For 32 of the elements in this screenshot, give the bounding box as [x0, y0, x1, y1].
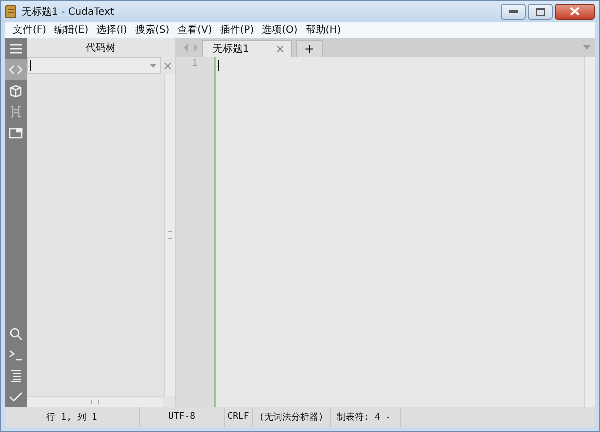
- status-item: CRLF: [225, 407, 253, 427]
- menu-item[interactable]: 编辑(E): [50, 23, 93, 37]
- vertical-scrollbar[interactable]: [164, 74, 175, 396]
- menu-item[interactable]: 帮助(H): [302, 23, 346, 37]
- minimize-button[interactable]: [501, 4, 526, 20]
- new-tab-button[interactable]: +: [296, 40, 322, 57]
- app-icon: [5, 4, 17, 18]
- horizontal-scrollbar[interactable]: [27, 396, 163, 407]
- close-tab-button[interactable]: ×: [275, 42, 286, 56]
- window-title: 无标题1 - CudaText: [22, 6, 114, 18]
- close-icon: [570, 7, 580, 16]
- status-item: 制表符: 4 -: [331, 407, 401, 427]
- close-button[interactable]: [555, 4, 595, 20]
- panel-title: 代码树: [86, 42, 116, 54]
- menu-item[interactable]: 插件(P): [216, 23, 258, 37]
- line-number: 1: [192, 59, 198, 69]
- dropdown-icon: [150, 64, 157, 68]
- menu-item[interactable]: 文件(F): [9, 23, 51, 37]
- editor-scrollbar[interactable]: [584, 57, 595, 407]
- status-item: 行 1, 列 1: [5, 407, 140, 427]
- minimize-icon: [509, 10, 518, 13]
- status-item: (无词法分析器): [253, 407, 331, 427]
- menu-item[interactable]: 查看(V): [174, 23, 216, 37]
- menu-item[interactable]: 选择(I): [92, 23, 132, 37]
- editor-tab[interactable]: 无标题1 ×: [202, 40, 292, 57]
- menu-item[interactable]: 搜索(S): [131, 23, 174, 37]
- tab-menu-icon[interactable]: [583, 45, 591, 50]
- status-item: UTF-8: [140, 407, 225, 427]
- menu-item[interactable]: 选项(O): [258, 23, 302, 37]
- maximize-icon: [536, 8, 545, 16]
- maximize-button[interactable]: [528, 4, 553, 20]
- code-icon[interactable]: [5, 59, 27, 80]
